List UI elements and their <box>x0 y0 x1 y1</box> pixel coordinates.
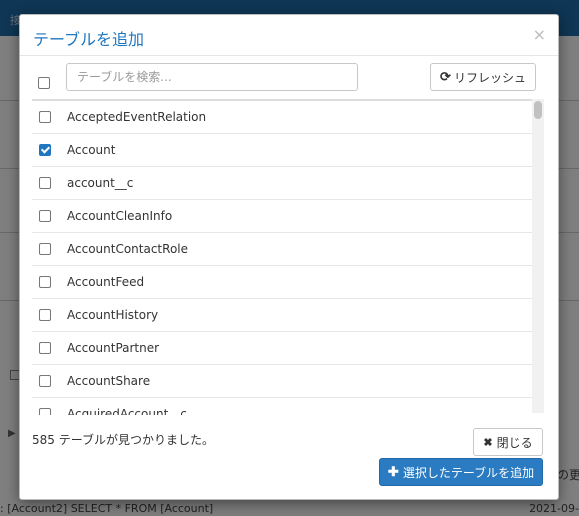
table-row[interactable]: AccountPartner <box>32 332 532 365</box>
table-row[interactable]: AccountCleanInfo <box>32 200 532 233</box>
table-row[interactable]: AcquiredAccount__c <box>32 398 532 415</box>
table-list[interactable]: AcceptedEventRelation Account account__c Ac… <box>32 99 544 415</box>
row-checkbox[interactable] <box>39 177 51 192</box>
add-table-dialog: テーブルを追加 × ⟳ リフレッシュ AcceptedEventRelation… <box>19 14 559 500</box>
table-row[interactable]: AccountContactRole <box>32 233 532 266</box>
checkbox-box[interactable] <box>39 276 51 288</box>
table-name: AccountHistory <box>67 308 159 322</box>
checkbox-box[interactable] <box>39 243 51 255</box>
table-name: AcceptedEventRelation <box>67 110 207 124</box>
table-name: Account <box>67 143 116 157</box>
dialog-title: テーブルを追加 <box>33 30 145 49</box>
row-checkbox[interactable] <box>39 276 51 291</box>
row-checkbox[interactable] <box>39 375 51 390</box>
close-button[interactable]: ✖ 閉じる <box>473 428 543 456</box>
table-name: AccountFeed <box>67 275 145 289</box>
scrollbar-thumb[interactable] <box>534 101 542 119</box>
select-all-checkbox[interactable] <box>38 77 50 92</box>
checkbox-box[interactable] <box>39 309 51 321</box>
table-name: AccountCleanInfo <box>67 209 173 223</box>
checkbox-box[interactable] <box>39 111 51 123</box>
add-selected-tables-button[interactable]: ✚ 選択したテーブルを追加 <box>379 458 543 486</box>
table-row[interactable]: Account <box>32 134 532 167</box>
table-row[interactable]: AccountFeed <box>32 266 532 299</box>
table-name: AccountPartner <box>67 341 160 355</box>
table-row[interactable]: AccountShare <box>32 365 532 398</box>
table-row[interactable]: account__c <box>32 167 532 200</box>
plus-icon: ✚ <box>387 464 399 479</box>
row-checkbox[interactable] <box>39 408 51 415</box>
checkbox-box[interactable] <box>39 144 51 156</box>
row-checkbox[interactable] <box>39 243 51 258</box>
table-list-items: AcceptedEventRelation Account account__c Ac… <box>32 101 532 415</box>
refresh-label: リフレッシュ <box>453 70 526 85</box>
close-label: 閉じる <box>496 435 533 450</box>
table-row[interactable]: AccountHistory <box>32 299 532 332</box>
row-checkbox[interactable] <box>39 210 51 225</box>
search-input[interactable] <box>66 63 358 91</box>
checkbox-box[interactable] <box>39 375 51 387</box>
checkbox-box[interactable] <box>38 77 50 89</box>
dialog-header: テーブルを追加 × <box>20 15 558 56</box>
close-x-icon: ✖ <box>483 436 493 449</box>
refresh-icon: ⟳ <box>440 69 451 84</box>
table-name: AccountShare <box>67 374 151 388</box>
row-checkbox[interactable] <box>39 144 51 159</box>
close-icon[interactable]: × <box>533 25 546 44</box>
checkbox-box[interactable] <box>39 177 51 189</box>
row-checkbox[interactable] <box>39 342 51 357</box>
checkbox-box[interactable] <box>39 408 51 415</box>
refresh-button[interactable]: ⟳ リフレッシュ <box>430 63 536 91</box>
result-count: 585 テーブルが見つかりました。 <box>32 433 214 447</box>
checkbox-box[interactable] <box>39 342 51 354</box>
add-label: 選択したテーブルを追加 <box>402 465 535 480</box>
row-checkbox[interactable] <box>39 309 51 324</box>
list-scrollbar[interactable] <box>532 99 544 413</box>
table-name: AcquiredAccount__c <box>67 407 187 415</box>
table-name: AccountContactRole <box>67 242 188 256</box>
checkbox-box[interactable] <box>39 210 51 222</box>
table-row[interactable]: AcceptedEventRelation <box>32 101 532 134</box>
row-checkbox[interactable] <box>39 111 51 126</box>
table-name: account__c <box>67 176 134 190</box>
